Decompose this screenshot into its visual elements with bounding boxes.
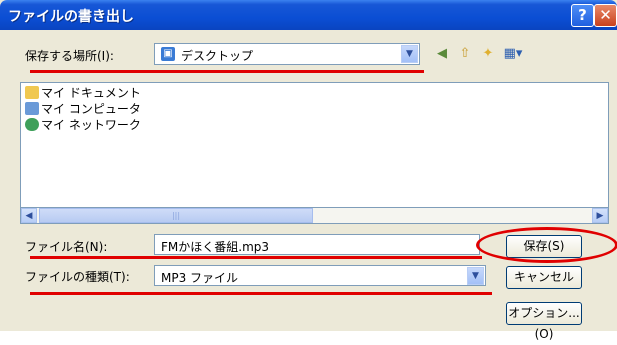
list-item[interactable]: マイ ネットワーク	[25, 117, 141, 133]
filetype-select[interactable]: MP3 ファイル ▼	[154, 265, 486, 286]
help-button[interactable]: ?	[571, 4, 594, 27]
location-label: 保存する場所(I):	[25, 49, 114, 63]
chevron-down-icon[interactable]: ▼	[401, 45, 418, 63]
list-item[interactable]: マイ ドキュメント	[25, 85, 141, 101]
close-button[interactable]: ✕	[594, 4, 617, 27]
annotation-circle-save	[476, 227, 617, 263]
file-list[interactable]: マイ ドキュメント マイ コンピュータ マイ ネットワーク	[20, 82, 609, 224]
my-network-icon	[25, 118, 39, 131]
views-menu-icon[interactable]: ▦▾	[500, 46, 526, 62]
new-folder-icon[interactable]: ✦	[479, 46, 497, 62]
back-icon[interactable]: ◀	[433, 46, 451, 62]
annotation-underline-filename	[30, 256, 482, 259]
cancel-button[interactable]: キャンセル	[506, 266, 582, 289]
location-value: デスクトップ	[181, 49, 254, 63]
location-combo[interactable]: ▣ デスクトップ ▼	[154, 43, 420, 65]
annotation-underline-filetype	[30, 292, 492, 295]
annotation-underline-location	[30, 70, 424, 73]
list-item[interactable]: マイ コンピュータ	[25, 101, 141, 117]
my-documents-icon	[25, 86, 39, 99]
save-dialog: ファイルの書き出し ? ✕ 保存する場所(I): ▣ デスクトップ ▼ ◀ ⇧ …	[0, 0, 617, 341]
window-title: ファイルの書き出し	[8, 9, 134, 25]
chevron-down-icon[interactable]: ▼	[467, 267, 484, 285]
scroll-thumb[interactable]: |||	[39, 208, 313, 223]
scroll-left-icon[interactable]: ◀	[21, 208, 37, 223]
options-button[interactable]: オプション... (O)	[506, 302, 582, 341]
horizontal-scrollbar[interactable]: ◀ ||| ▶	[20, 207, 609, 224]
up-folder-icon[interactable]: ⇧	[456, 46, 474, 62]
title-bar: ファイルの書き出し ? ✕	[0, 0, 617, 30]
scroll-right-icon[interactable]: ▶	[592, 208, 608, 223]
filetype-label: ファイルの種類(T):	[25, 270, 130, 284]
desktop-icon: ▣	[161, 47, 175, 61]
filename-input[interactable]: FMかほく番組.mp3	[154, 234, 480, 255]
filename-label: ファイル名(N):	[25, 240, 108, 254]
my-computer-icon	[25, 102, 39, 115]
